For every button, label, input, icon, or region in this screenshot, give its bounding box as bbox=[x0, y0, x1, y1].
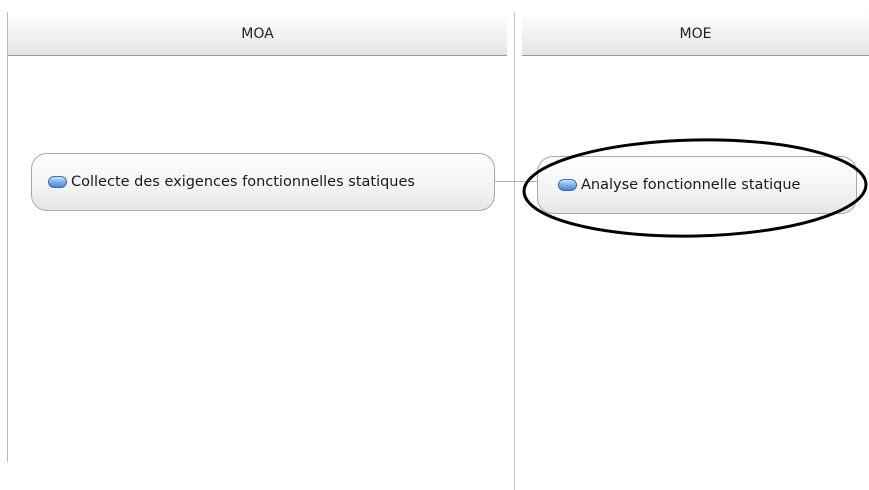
activity-label: Collecte des exigences fonctionnelles st… bbox=[71, 174, 415, 190]
diagram-frame-left-border bbox=[7, 12, 8, 462]
lane-divider bbox=[514, 12, 515, 490]
lane-header-moa: MOA bbox=[8, 12, 507, 56]
lane-header-moe: MOE bbox=[522, 12, 869, 56]
lane-title-moe: MOE bbox=[679, 25, 712, 42]
activity-label: Analyse fonctionnelle statique bbox=[581, 177, 801, 193]
lane-title-moa: MOA bbox=[241, 25, 274, 42]
activity-analyse-fonctionnelle[interactable]: Analyse fonctionnelle statique bbox=[537, 156, 857, 214]
activity-pill-icon bbox=[558, 179, 577, 191]
activity-connector bbox=[495, 181, 537, 182]
activity-pill-icon bbox=[48, 176, 67, 188]
highlight-overlay bbox=[522, 138, 868, 238]
activity-collecte-exigences[interactable]: Collecte des exigences fonctionnelles st… bbox=[31, 153, 495, 211]
